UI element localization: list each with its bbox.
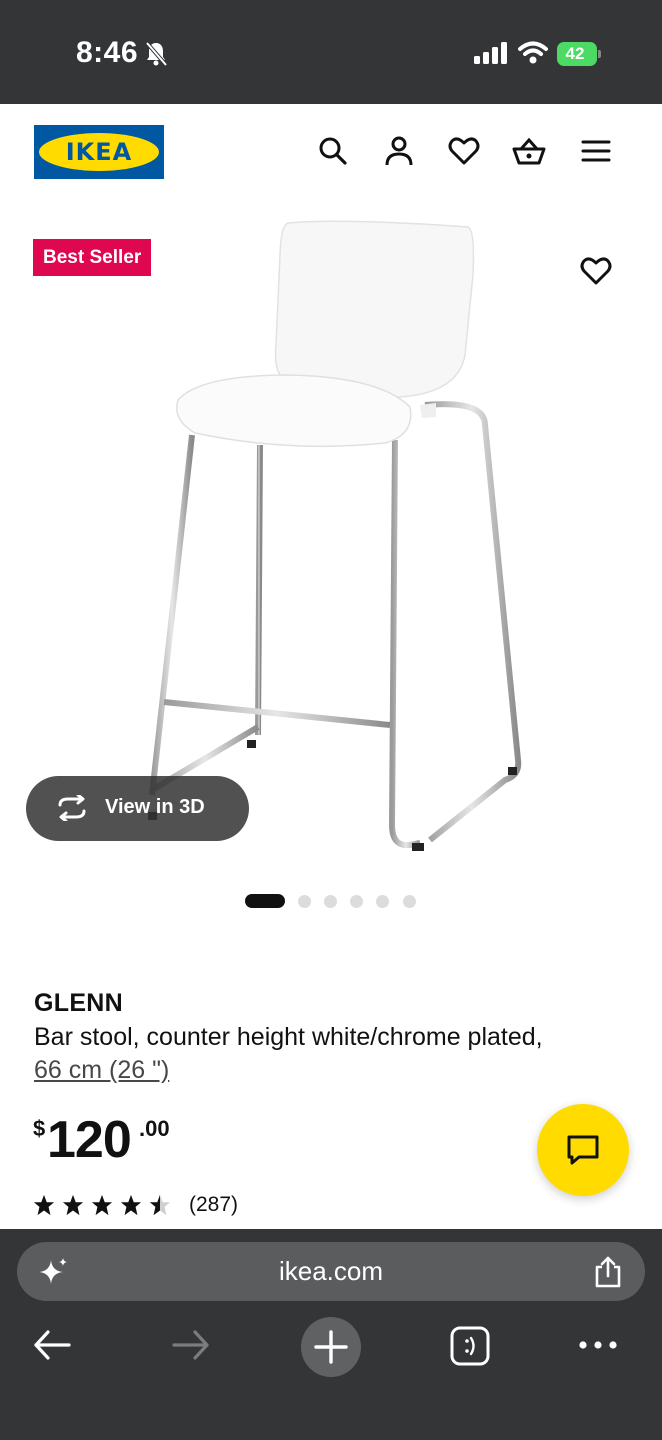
carousel-dot-3[interactable] — [324, 895, 337, 908]
logo-text: IKEA — [65, 138, 133, 166]
carousel-dot-2[interactable] — [298, 895, 311, 908]
save-to-favourites-icon[interactable] — [579, 254, 613, 288]
rating-count: (287) — [189, 1193, 239, 1216]
star-half-icon — [149, 1194, 171, 1216]
carousel-dot-4[interactable] — [350, 895, 363, 908]
status-time: 8:46 — [76, 36, 139, 69]
product-description: Bar stool, counter height white/chrome p… — [34, 1023, 543, 1051]
site-header: IKEA — [0, 104, 662, 204]
battery-tip — [598, 50, 601, 58]
carousel-dot-6[interactable] — [403, 895, 416, 908]
basket-icon[interactable] — [512, 134, 546, 168]
address-bar[interactable]: ikea.com — [17, 1242, 645, 1301]
chat-button[interactable] — [537, 1104, 629, 1196]
chat-icon — [567, 1135, 599, 1165]
url-text: ikea.com — [278, 1256, 384, 1286]
price-decimal: .00 — [139, 1116, 170, 1141]
search-icon[interactable] — [316, 134, 350, 168]
wifi-icon — [518, 41, 548, 64]
plus-icon — [314, 1330, 348, 1364]
browser-toolbar: ikea.com — [0, 1229, 662, 1440]
star-full-icon — [91, 1194, 113, 1216]
favourites-icon[interactable] — [447, 134, 481, 168]
cellular-signal-icon — [474, 42, 507, 64]
star-full-icon — [62, 1194, 84, 1216]
star-full-icon — [120, 1194, 142, 1216]
carousel-dot-5[interactable] — [376, 895, 389, 908]
price-integer: 120 — [47, 1111, 132, 1169]
product-image[interactable] — [140, 215, 540, 865]
ikea-product-page: 8:46 42 IKEA Best Seller View in 3D GLEN… — [0, 0, 662, 1440]
battery-indicator: 42 — [557, 42, 601, 66]
tabs-icon[interactable] — [449, 1325, 491, 1367]
menu-icon[interactable] — [579, 134, 613, 168]
product-size-link[interactable]: 66 cm (26 ") — [34, 1054, 169, 1087]
product-name: GLENN — [34, 989, 123, 1017]
price-currency: $ — [33, 1116, 46, 1141]
best-seller-badge: Best Seller — [33, 239, 152, 276]
new-tab-button[interactable] — [301, 1317, 361, 1377]
status-bar: 8:46 42 — [0, 0, 662, 104]
view-in-3d-label: View in 3D — [105, 796, 205, 818]
bell-off-icon — [145, 41, 168, 67]
view-in-3d-button[interactable]: View in 3D — [26, 776, 249, 841]
rotate-3d-icon — [58, 795, 86, 821]
star-full-icon — [33, 1194, 55, 1216]
carousel-dot-1[interactable] — [245, 894, 285, 908]
back-icon[interactable] — [32, 1325, 72, 1365]
share-icon[interactable] — [593, 1255, 623, 1289]
more-icon[interactable] — [577, 1325, 619, 1365]
ikea-logo[interactable]: IKEA — [34, 125, 164, 179]
forward-icon[interactable] — [171, 1325, 211, 1365]
battery-level: 42 — [557, 42, 597, 66]
account-icon[interactable] — [382, 134, 416, 168]
